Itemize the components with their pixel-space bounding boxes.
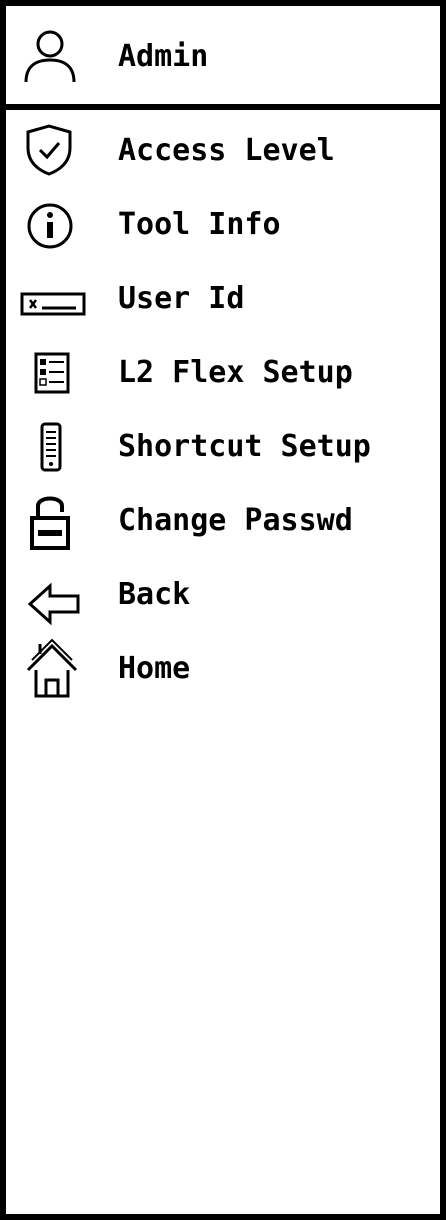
menu-item-label: User Id <box>118 281 245 316</box>
menu-item-access-level[interactable]: Access Level <box>6 110 440 184</box>
arrow-left-icon <box>16 566 86 626</box>
home-icon <box>16 638 86 698</box>
id-field-icon <box>16 270 86 326</box>
menu-item-label: Change Passwd <box>118 503 353 538</box>
menu-item-change-passwd[interactable]: Change Passwd <box>6 480 440 554</box>
menu-item-user-id[interactable]: User Id <box>6 258 440 332</box>
menu-item-back[interactable]: Back <box>6 554 440 628</box>
menu-header[interactable]: Admin <box>6 6 440 110</box>
unlock-icon <box>16 492 86 550</box>
menu-item-label: L2 Flex Setup <box>118 355 353 390</box>
menu-item-label: Tool Info <box>118 207 281 242</box>
user-icon <box>20 26 80 86</box>
menu-item-label: Home <box>118 651 191 686</box>
menu-item-l2-flex-setup[interactable]: L2 Flex Setup <box>6 332 440 406</box>
menu-item-label: Access Level <box>118 133 335 168</box>
menu-item-label: Back <box>118 577 191 612</box>
menu-title: Admin <box>118 39 209 74</box>
info-icon <box>16 196 86 252</box>
phone-list-icon <box>16 418 86 474</box>
menu-item-tool-info[interactable]: Tool Info <box>6 184 440 258</box>
shield-check-icon <box>16 122 86 178</box>
menu-item-shortcut-setup[interactable]: Shortcut Setup <box>6 406 440 480</box>
list-settings-icon <box>16 344 86 400</box>
admin-menu-panel: Admin Access Level Tool Info User Id L2 … <box>0 0 446 1220</box>
menu-item-label: Shortcut Setup <box>118 429 371 464</box>
menu-item-home[interactable]: Home <box>6 628 440 702</box>
